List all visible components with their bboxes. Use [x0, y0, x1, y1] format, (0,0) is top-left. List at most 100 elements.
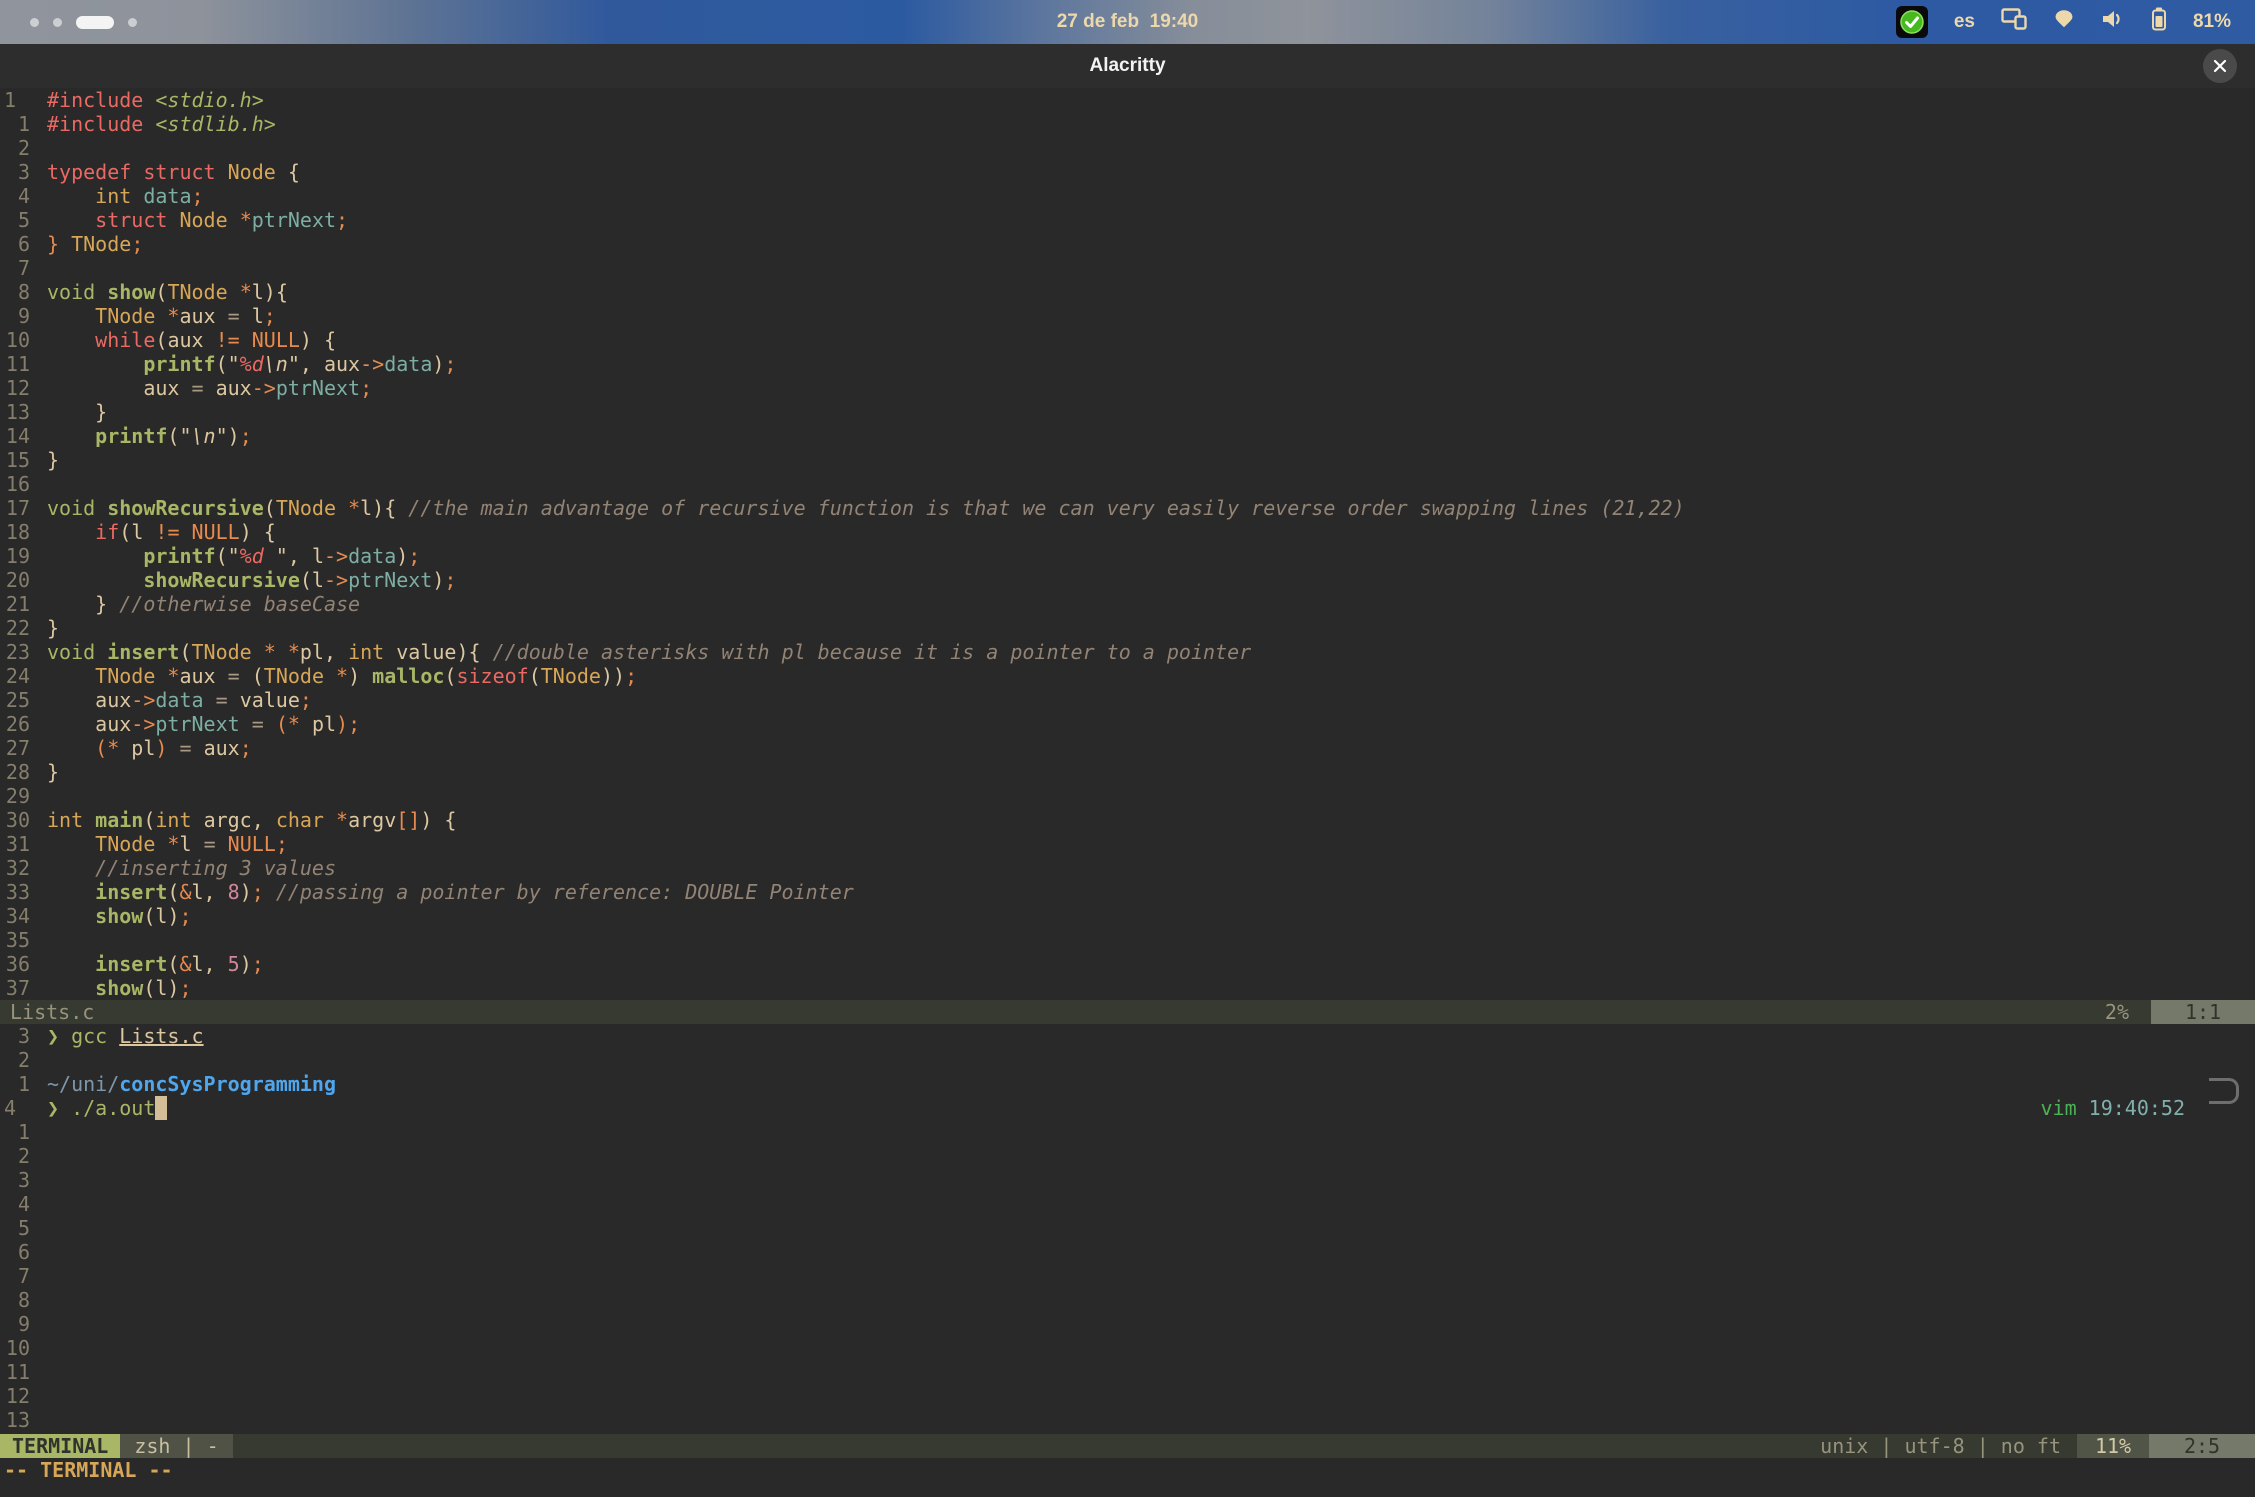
code-line[interactable]: 1#include <stdlib.h> [0, 112, 2255, 136]
editor-window[interactable]: 1#include <stdio.h>1#include <stdlib.h>2… [0, 88, 2255, 1000]
code-line[interactable]: 10 while(aux != NULL) { [0, 328, 2255, 352]
line-number: 12 [0, 1384, 47, 1408]
code-line[interactable]: 24 TNode *aux = (TNode *) malloc(sizeof(… [0, 664, 2255, 688]
line-number: 36 [0, 952, 47, 976]
code-line[interactable]: 15} [0, 448, 2255, 472]
code-line[interactable]: 10 [0, 1336, 2255, 1360]
code-line[interactable]: 16 [0, 472, 2255, 496]
line-number: 19 [0, 544, 47, 568]
terminal-window[interactable]: 3❯ gcc Lists.c21~/uni/concSysProgramming… [0, 1024, 2255, 1432]
line-number: 34 [0, 904, 47, 928]
code-line[interactable]: 29 [0, 784, 2255, 808]
line-number: 2 [0, 1144, 47, 1168]
code-line[interactable]: 19 printf("%d ", l->data); [0, 544, 2255, 568]
code-line[interactable]: 14 printf("\n"); [0, 424, 2255, 448]
battery-icon[interactable] [2151, 7, 2167, 37]
code-line[interactable]: 5 struct Node *ptrNext; [0, 208, 2255, 232]
line-number: 30 [0, 808, 47, 832]
line-number: 10 [0, 1336, 47, 1360]
code-line[interactable]: 31 TNode *l = NULL; [0, 832, 2255, 856]
line-number: 2 [0, 136, 47, 160]
code-line[interactable]: 36 insert(&l, 5); [0, 952, 2255, 976]
line-number: 31 [0, 832, 47, 856]
code-line[interactable]: 37 show(l); [0, 976, 2255, 1000]
code-line[interactable]: 2 [0, 1048, 2255, 1072]
code-line[interactable]: 21 } //otherwise baseCase [0, 592, 2255, 616]
line-number: 8 [0, 280, 47, 304]
volume-icon[interactable] [2101, 8, 2125, 36]
code-line[interactable]: 13 [0, 1408, 2255, 1432]
line-number: 1 [0, 88, 47, 112]
running-program-label: vim [2041, 1096, 2077, 1120]
code-line[interactable]: 28} [0, 760, 2255, 784]
line-number: 9 [0, 1312, 47, 1336]
code-line[interactable]: 2 [0, 1144, 2255, 1168]
line-number: 29 [0, 784, 47, 808]
code-line[interactable]: 4 [0, 1192, 2255, 1216]
keyboard-layout-indicator[interactable]: es [1954, 11, 1975, 33]
code-line[interactable]: 8void show(TNode *l){ [0, 280, 2255, 304]
line-number: 4 [0, 1096, 47, 1120]
code-line[interactable]: 6} TNode; [0, 232, 2255, 256]
code-line[interactable]: 3❯ gcc Lists.c [0, 1024, 2255, 1048]
code-line[interactable]: 3 [0, 1168, 2255, 1192]
line-number: 3 [0, 1168, 47, 1192]
statusline-scroll-percent: 2% [2105, 1000, 2151, 1024]
code-line[interactable]: 7 [0, 1264, 2255, 1288]
screencast-icon[interactable] [2001, 8, 2027, 36]
code-line[interactable]: 18 if(l != NULL) { [0, 520, 2255, 544]
line-number: 18 [0, 520, 47, 544]
line-number: 4 [0, 184, 47, 208]
wifi-icon[interactable] [2053, 8, 2075, 36]
statusline-terminal: TERMINAL zsh | - unix | utf-8 | no ft 11… [0, 1434, 2255, 1458]
code-line[interactable]: 4❯ ./a.out [0, 1096, 2255, 1120]
line-number: 12 [0, 376, 47, 400]
line-number: 8 [0, 1288, 47, 1312]
code-line[interactable]: 33 insert(&l, 8); //passing a pointer by… [0, 880, 2255, 904]
code-line[interactable]: 7 [0, 256, 2255, 280]
code-line[interactable]: 12 aux = aux->ptrNext; [0, 376, 2255, 400]
line-number: 21 [0, 592, 47, 616]
code-line[interactable]: 2 [0, 136, 2255, 160]
statusline-filename: Lists.c [0, 1000, 94, 1024]
window-titlebar[interactable]: Alacritty [0, 44, 2255, 88]
code-line[interactable]: 25 aux->data = value; [0, 688, 2255, 712]
code-line[interactable]: 3typedef struct Node { [0, 160, 2255, 184]
code-line[interactable]: 5 [0, 1216, 2255, 1240]
code-line[interactable]: 4 int data; [0, 184, 2255, 208]
statusline-cursor-position: 1:1 [2151, 1000, 2255, 1024]
code-line[interactable]: 22} [0, 616, 2255, 640]
code-line[interactable]: 8 [0, 1288, 2255, 1312]
line-number: 3 [0, 160, 47, 184]
code-line[interactable]: 34 show(l); [0, 904, 2255, 928]
code-line[interactable]: 32 //inserting 3 values [0, 856, 2255, 880]
code-line[interactable]: 12 [0, 1384, 2255, 1408]
gnome-top-bar: 27 de feb 19:40 es [0, 0, 2255, 44]
code-line[interactable]: 1#include <stdio.h> [0, 88, 2255, 112]
code-line[interactable]: 9 [0, 1312, 2255, 1336]
code-line[interactable]: 9 TNode *aux = l; [0, 304, 2255, 328]
code-line[interactable]: 30int main(int argc, char *argv[]) { [0, 808, 2255, 832]
code-line[interactable]: 27 (* pl) = aux; [0, 736, 2255, 760]
code-line[interactable]: 17void showRecursive(TNode *l){ //the ma… [0, 496, 2255, 520]
code-line[interactable]: 1~/uni/concSysProgramming [0, 1072, 2255, 1096]
app-check-icon[interactable] [1896, 6, 1928, 38]
code-line[interactable]: 1 [0, 1120, 2255, 1144]
close-button[interactable] [2203, 49, 2237, 83]
system-status-area[interactable]: es [1896, 6, 2255, 38]
code-line[interactable]: 35 [0, 928, 2255, 952]
code-line[interactable]: 23void insert(TNode * *pl, int value){ /… [0, 640, 2255, 664]
line-number: 11 [0, 1360, 47, 1384]
code-line[interactable]: 11 printf("%d\n", aux->data); [0, 352, 2255, 376]
line-number: 1 [0, 112, 47, 136]
line-number: 1 [0, 1072, 47, 1096]
line-number: 27 [0, 736, 47, 760]
code-line[interactable]: 20 showRecursive(l->ptrNext); [0, 568, 2255, 592]
terminal-right-status: vim 19:40:52 [1992, 1072, 2185, 1096]
code-line[interactable]: 11 [0, 1360, 2255, 1384]
code-line[interactable]: 6 [0, 1240, 2255, 1264]
line-number: 33 [0, 880, 47, 904]
code-line[interactable]: 26 aux->ptrNext = (* pl); [0, 712, 2255, 736]
code-line[interactable]: 13 } [0, 400, 2255, 424]
shell-indicator: zsh | - [120, 1434, 232, 1458]
